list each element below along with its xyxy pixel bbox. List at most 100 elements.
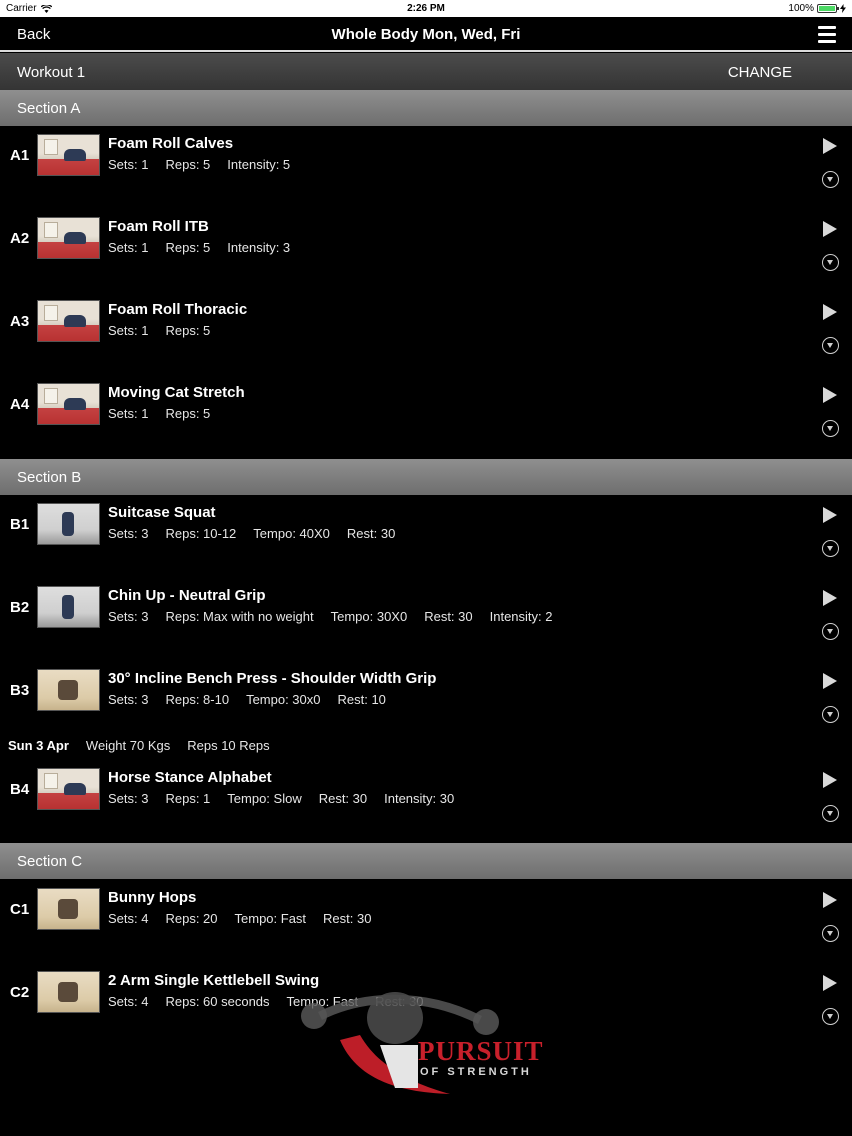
hamburger-menu-icon[interactable] [818,26,836,43]
detail-reps: Reps: Max with no weight [165,609,314,624]
detail-tempo: Tempo: Fast [234,911,307,926]
exercise-thumbnail[interactable] [37,971,100,1013]
exercise-row-a1[interactable]: A1 Foam Roll Calves Sets: 1 Reps: 5 Intens… [0,126,852,209]
exercise-name: Foam Roll Thoracic [108,301,248,318]
exercise-details: Sets: 1 Reps: 5 Intensity: 3 [108,240,307,255]
status-bar: Carrier 2:26 PM 100% [0,0,852,17]
exercise-thumbnail[interactable] [37,217,100,259]
detail-sets: Sets: 1 [108,240,149,255]
play-icon[interactable] [823,975,837,991]
exercise-code: A1 [10,147,30,164]
chevron-down-circle-icon[interactable] [822,623,839,640]
detail-reps: Reps: 5 [165,406,211,421]
exercise-thumbnail[interactable] [37,586,100,628]
play-icon[interactable] [823,304,837,320]
detail-reps: Reps: 10-12 [165,526,237,541]
detail-reps: Reps: 1 [165,791,211,806]
exercise-thumbnail[interactable] [37,300,100,342]
chevron-down-circle-icon[interactable] [822,706,839,723]
detail-reps: Reps: 60 seconds [165,994,270,1009]
detail-reps: Reps: 5 [165,240,211,255]
play-icon[interactable] [823,673,837,689]
exercise-code: B2 [10,599,30,616]
detail-rest: Rest: 30 [323,911,372,926]
exercise-details: Sets: 3 Reps: 10-12 Tempo: 40X0 Rest: 30 [108,526,412,541]
detail-intensity: Intensity: 3 [227,240,291,255]
exercise-details: Sets: 3 Reps: Max with no weight Tempo: 30… [108,609,570,624]
detail-reps: Reps: 5 [165,157,211,172]
detail-sets: Sets: 3 [108,791,149,806]
chevron-down-circle-icon[interactable] [822,925,839,942]
play-icon[interactable] [823,507,837,523]
exercise-thumbnail[interactable] [37,503,100,545]
detail-sets: Sets: 3 [108,526,149,541]
exercise-row-b2[interactable]: B2 Chin Up - Neutral Grip Sets: 3 Reps: M… [0,578,852,661]
chevron-down-circle-icon[interactable] [822,254,839,271]
detail-sets: Sets: 1 [108,157,149,172]
exercise-row-a3[interactable]: A3 Foam Roll Thoracic Sets: 1 Reps: 5 [0,292,852,375]
exercise-details: Sets: 4 Reps: 20 Tempo: Fast Rest: 30 [108,911,388,926]
workout-name: Workout 1 [17,64,86,81]
change-workout-button[interactable]: CHANGE [728,64,792,81]
section-header-a: Section A [0,90,852,126]
logo-text-pursuit: PURSUIT [418,1036,544,1066]
exercise-details: Sets: 3 Reps: 1 Tempo: Slow Rest: 30 Intensi… [108,791,471,806]
play-icon[interactable] [823,892,837,908]
exercise-code: C1 [10,901,30,918]
exercise-code: B3 [10,682,30,699]
detail-sets: Sets: 4 [108,994,149,1009]
detail-tempo: Tempo: 40X0 [253,526,330,541]
section-title: Section C [17,853,83,870]
exercise-thumbnail[interactable] [37,383,100,425]
exercise-name: Moving Cat Stretch [108,384,245,401]
detail-rest: Rest: 10 [337,692,386,707]
detail-sets: Sets: 3 [108,692,149,707]
play-icon[interactable] [823,772,837,788]
play-icon[interactable] [823,221,837,237]
chevron-down-circle-icon[interactable] [822,420,839,437]
exercise-thumbnail[interactable] [37,888,100,930]
detail-intensity: Intensity: 5 [227,157,291,172]
exercise-thumbnail[interactable] [37,768,100,810]
detail-intensity: Intensity: 2 [489,609,553,624]
exercise-thumbnail[interactable] [37,134,100,176]
exercise-thumbnail[interactable] [37,669,100,711]
detail-sets: Sets: 3 [108,609,149,624]
section-header-c: Section C [0,843,852,879]
page-title: Whole Body Mon, Wed, Fri [331,26,521,43]
chevron-down-circle-icon[interactable] [822,1008,839,1025]
exercise-history-line: Sun 3 Apr Weight 70 Kgs Reps 10 Reps [8,738,287,753]
history-reps: Reps 10 Reps [187,738,270,753]
exercise-code: A2 [10,230,30,247]
charging-bolt-icon [840,4,846,13]
exercise-row-b1[interactable]: B1 Suitcase Squat Sets: 3 Reps: 10-12 Temp… [0,495,852,578]
play-icon[interactable] [823,387,837,403]
play-icon[interactable] [823,138,837,154]
play-icon[interactable] [823,590,837,606]
detail-reps: Reps: 8-10 [165,692,230,707]
exercise-row-b4[interactable]: B4 Horse Stance Alphabet Sets: 3 Reps: 1 T… [0,760,852,843]
section-title: Section A [17,100,81,117]
chevron-down-circle-icon[interactable] [822,805,839,822]
detail-rest: Rest: 30 [318,791,368,806]
chevron-down-circle-icon[interactable] [822,171,839,188]
status-time: 2:26 PM [407,3,445,14]
detail-rest: Rest: 30 [346,526,396,541]
chevron-down-circle-icon[interactable] [822,337,839,354]
chevron-down-circle-icon[interactable] [822,540,839,557]
exercise-details: Sets: 1 Reps: 5 Intensity: 5 [108,157,307,172]
detail-tempo: Tempo: Slow [227,791,302,806]
exercise-code: A3 [10,313,30,330]
exercise-row-a2[interactable]: A2 Foam Roll ITB Sets: 1 Reps: 5 Intensity… [0,209,852,292]
exercise-row-a4[interactable]: A4 Moving Cat Stretch Sets: 1 Reps: 5 [0,375,852,458]
exercise-name: Bunny Hops [108,889,197,906]
battery-indicator: 100% [788,3,846,14]
logo-text-of-strength: OF STRENGTH [420,1066,532,1078]
history-weight: Weight 70 Kgs [85,738,171,753]
exercise-row-c1[interactable]: C1 Bunny Hops Sets: 4 Reps: 20 Tempo: Fast… [0,880,852,963]
detail-rest: Rest: 30 [424,609,473,624]
section-header-b: Section B [0,459,852,495]
detail-reps: Reps: 20 [165,911,218,926]
detail-tempo: Tempo: 30x0 [246,692,321,707]
exercise-row-b3[interactable]: B3 30° Incline Bench Press - Shoulder Wi… [0,661,852,744]
